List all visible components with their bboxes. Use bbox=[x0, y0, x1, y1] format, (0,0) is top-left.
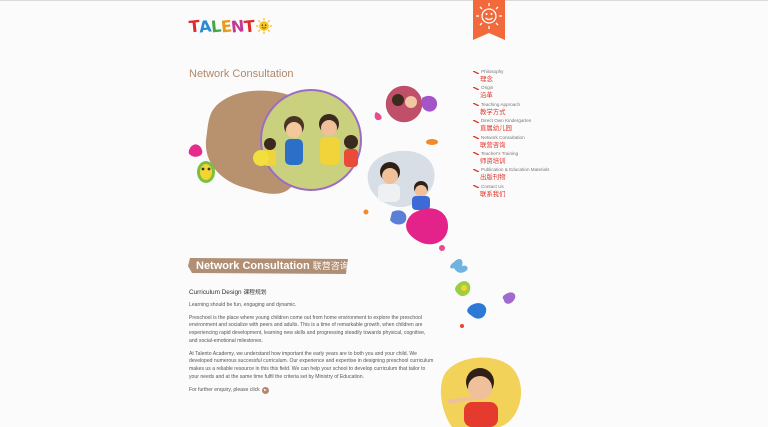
nav-item-label-cn: 联营咨询 bbox=[480, 140, 506, 149]
logo-wordmark: TALENT bbox=[188, 16, 256, 36]
section-banner: Network Consultation 联营咨询 bbox=[188, 257, 350, 275]
side-nav: Philosophy 理念 Origin 沿革 Teaching Approach 教学方… bbox=[473, 69, 583, 200]
enquiry-arrow-icon[interactable] bbox=[261, 386, 269, 394]
heading-cn: 课程规划 bbox=[243, 290, 267, 296]
nav-en-text: Contact Us bbox=[481, 183, 504, 189]
enquiry-line: For further enquiry, please click bbox=[189, 386, 434, 394]
nav-item-label-cn: 直属幼儿园 bbox=[480, 124, 512, 133]
page-title: Network Consultation bbox=[189, 68, 294, 80]
arrow-icon bbox=[473, 185, 479, 189]
nav-item-label-cn: 师资培训 bbox=[480, 156, 506, 165]
tagline: Learning should be fun, engaging and dyn… bbox=[189, 302, 297, 308]
arrow-icon bbox=[473, 70, 479, 74]
nav-item-direct-own-kindergarten[interactable]: Direct Own Kindergarten 直属幼儿园 bbox=[473, 118, 583, 134]
logo-letter: T bbox=[243, 16, 256, 36]
nav-en-text: Teaching Approach bbox=[481, 101, 521, 107]
arrow-icon bbox=[473, 103, 479, 107]
section-heading: Curriculum Design 课程规划 bbox=[189, 287, 434, 296]
nav-item-philosophy[interactable]: Philosophy 理念 bbox=[473, 69, 583, 85]
nav-item-label-cn: 教学方式 bbox=[480, 107, 506, 116]
nav-item-network-consultation[interactable]: Network Consultation 联营咨询 bbox=[473, 135, 583, 151]
hero-photo-collage bbox=[188, 84, 448, 251]
banner-title-en: Network Consultation bbox=[196, 260, 310, 272]
decorative-illustrations bbox=[440, 259, 522, 427]
nav-item-origin[interactable]: Origin 沿革 bbox=[473, 85, 583, 101]
nav-item-teacher-s-training[interactable]: Teacher's Training 师资培训 bbox=[473, 151, 583, 167]
banner-title-cn: 联营咨询 bbox=[312, 262, 349, 272]
nav-item-publication-education-materials[interactable]: Publication & Education Materials 出版刊物 bbox=[473, 167, 583, 183]
sun-logo-icon bbox=[255, 18, 272, 34]
arrow-icon bbox=[473, 119, 479, 123]
nav-item-label-cn: 出版刊物 bbox=[480, 173, 506, 182]
top-border bbox=[0, 0, 768, 1]
arrow-icon bbox=[473, 152, 479, 156]
nav-item-contact-us[interactable]: Contact Us 联系我们 bbox=[473, 184, 583, 200]
talento-logo[interactable]: TALENT bbox=[188, 14, 272, 38]
nav-item-teaching-approach[interactable]: Teaching Approach 教学方式 bbox=[473, 102, 583, 118]
arrow-icon bbox=[473, 136, 479, 140]
nav-item-label-cn: 联系我们 bbox=[480, 189, 506, 198]
heading-en: Curriculum Design bbox=[189, 289, 242, 296]
arrow-icon bbox=[473, 86, 479, 90]
arrow-icon bbox=[473, 168, 479, 172]
nav-item-label-cn: 理念 bbox=[480, 75, 493, 83]
ribbon-sun-icon[interactable] bbox=[473, 0, 505, 40]
paragraph-1: Preschool is the place where young child… bbox=[189, 314, 426, 344]
paragraph-2: At Talento Academy, we understand how im… bbox=[189, 350, 434, 380]
nav-item-label-cn: 沿革 bbox=[480, 91, 493, 100]
nav-en-text: Network Consultation bbox=[481, 134, 525, 140]
enquiry-text: For further enquiry, please click bbox=[189, 387, 260, 394]
main-content: Curriculum Design 课程规划 Learning should b… bbox=[189, 287, 434, 394]
